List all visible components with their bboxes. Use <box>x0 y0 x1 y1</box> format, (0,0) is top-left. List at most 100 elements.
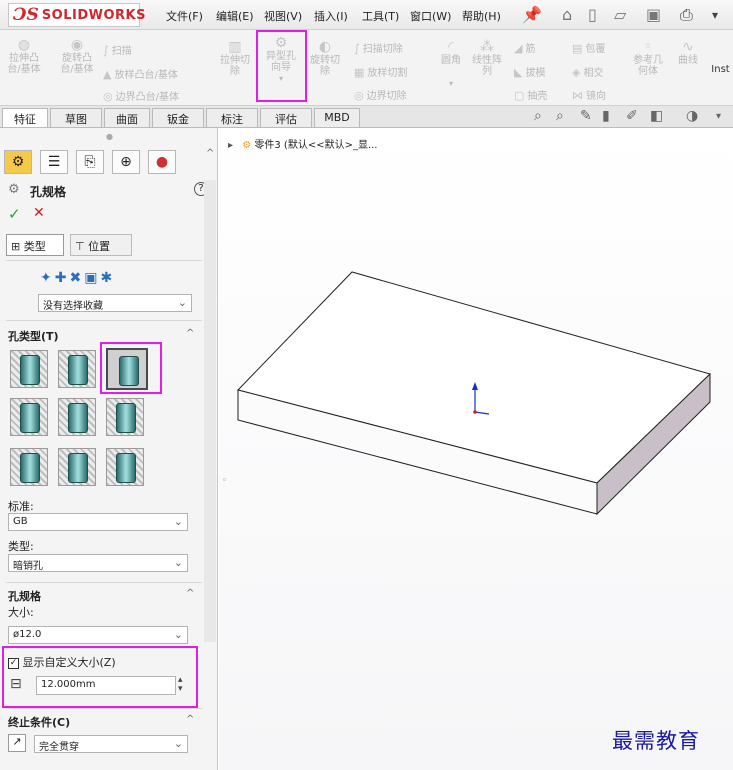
open-file-icon[interactable]: ▱ <box>614 5 626 24</box>
view-orientation-icon[interactable]: ◧ <box>650 108 663 124</box>
hole-type-slot[interactable] <box>106 448 144 486</box>
revolved-cut-button[interactable]: ◐ 旋转切 除 <box>306 39 344 77</box>
print-icon[interactable]: ⎙ <box>680 5 693 25</box>
menu-view[interactable]: 视图(V) <box>264 8 302 24</box>
tab-evaluate[interactable]: 评估 <box>260 108 312 127</box>
intersect-button[interactable]: ◈ 相交 <box>572 64 603 79</box>
hole-type-counterbore[interactable] <box>10 350 48 388</box>
tab-surfaces[interactable]: 曲面 <box>104 108 150 127</box>
dynamic-annotation-icon[interactable]: ✐ <box>626 108 638 124</box>
zoom-to-fit-icon[interactable]: ⌕ <box>534 108 542 124</box>
extrude-icon: ◍ <box>17 37 31 53</box>
draft-button[interactable]: ◣ 拔模 <box>514 64 545 79</box>
swept-cut-button[interactable]: ∫ 扫描切除 <box>354 40 403 55</box>
standard-label: 标准: <box>8 500 34 513</box>
display-style-icon[interactable]: ◑ <box>686 108 698 124</box>
favorites-toolbar[interactable]: ✦✚✖▣✱ <box>40 270 115 286</box>
instant3d-button[interactable]: Inst <box>708 64 733 75</box>
configuration-manager-tab[interactable]: ⎘ <box>76 150 104 174</box>
custom-size-checkbox[interactable]: ✓ 显示自定义大小(Z) <box>8 654 116 670</box>
feature-manager-tab[interactable]: ⚙ <box>4 150 32 174</box>
favorite-select[interactable]: 没有选择收藏 ⌄ <box>38 294 192 312</box>
size-select[interactable]: ø12.0 ⌄ <box>8 626 188 644</box>
boundary-cut-button[interactable]: ◎ 边界切除 <box>354 87 407 102</box>
menu-file[interactable]: 文件(F) <box>166 8 203 24</box>
collapse-caret-icon[interactable]: ^ <box>186 588 194 599</box>
extrude-label: 拉伸凸 台/基体 <box>7 53 41 75</box>
tab-features[interactable]: 特征 <box>2 108 48 127</box>
extrude-boss-button[interactable]: ◍ 拉伸凸 台/基体 <box>6 37 42 75</box>
hole-type-countersink[interactable] <box>58 350 96 388</box>
hole-spec-icon: ⚙ <box>8 182 20 197</box>
reference-geometry-icon: ◦ <box>643 39 653 55</box>
standard-select-value: GB <box>13 516 28 527</box>
model-viewport[interactable] <box>219 128 733 770</box>
curves-button[interactable]: ∿ 曲线 <box>674 40 702 66</box>
home-icon[interactable]: ⌂ <box>562 5 572 24</box>
tab-mbd[interactable]: MBD <box>314 108 360 127</box>
tab-sheet-metal[interactable]: 钣金 <box>152 108 204 127</box>
section-view-icon[interactable]: ▮ <box>602 108 610 124</box>
cancel-button[interactable]: ✕ <box>33 205 45 221</box>
more-view-icon[interactable]: ▾ <box>716 111 721 122</box>
collapse-caret-icon[interactable]: ^ <box>186 328 194 339</box>
property-manager-tab[interactable]: ☰ <box>40 150 68 174</box>
menu-insert[interactable]: 插入(I) <box>314 8 348 24</box>
wrap-icon: ▤ <box>572 42 583 55</box>
subtab-type[interactable]: ⊞ 类型 <box>6 234 64 256</box>
hole-type-countersink-slot[interactable] <box>58 448 96 486</box>
reverse-direction-icon[interactable]: ↗ <box>8 734 26 752</box>
new-file-icon[interactable]: ▯ <box>588 5 597 24</box>
hole-type-legacy[interactable] <box>106 398 144 436</box>
subtab-position[interactable]: ⊤ 位置 <box>70 234 132 256</box>
standard-select[interactable]: GB ⌄ <box>8 513 188 531</box>
linear-pattern-button[interactable]: ⁂ 线性阵 列 <box>468 40 506 77</box>
menu-window[interactable]: 窗口(W) <box>410 8 451 24</box>
zoom-area-icon[interactable]: ⌕ <box>556 108 564 124</box>
scroll-up-icon[interactable]: ^ <box>206 148 214 159</box>
spinner-icon[interactable]: ▴ ▾ <box>178 676 183 694</box>
hole-type-straight-tap[interactable] <box>10 398 48 436</box>
hole-type-tapered-tap[interactable] <box>58 398 96 436</box>
loft-button[interactable]: ▲ 放样凸台/基体 <box>103 66 178 81</box>
subtab-position-label: 位置 <box>88 240 111 253</box>
pin-icon[interactable]: 📌 <box>522 5 542 24</box>
tab-annotation[interactable]: 标注 <box>206 108 258 127</box>
save-icon[interactable]: ▣ <box>646 5 661 24</box>
collapse-caret-icon[interactable]: ^ <box>186 714 194 725</box>
type-select[interactable]: 暗销孔 ⌄ <box>8 554 188 572</box>
solidworks-logo[interactable]: ƆS SOLIDWORKS <box>8 3 145 27</box>
hole-type-counterbore-slot[interactable] <box>10 448 48 486</box>
custom-size-label: 显示自定义大小(Z) <box>22 656 116 669</box>
boundary-cut-label: 边界切除 <box>366 91 407 102</box>
rib-button[interactable]: ◢ 筋 <box>514 40 535 55</box>
boundary-boss-button[interactable]: ◎ 边界凸台/基体 <box>103 88 179 103</box>
revolve-boss-button[interactable]: ◉ 旋转凸 台/基体 <box>58 38 96 75</box>
menu-tools[interactable]: 工具(T) <box>362 8 399 24</box>
revolved-cut-icon: ◐ <box>318 39 332 55</box>
panel-scrollbar[interactable] <box>204 180 216 642</box>
ok-button[interactable]: ✓ <box>8 205 21 223</box>
sweep-label: 扫描 <box>111 46 132 57</box>
mirror-button[interactable]: ⋈ 镜向 <box>572 87 606 102</box>
dimxpert-tab[interactable]: ⊕ <box>112 150 140 174</box>
configuration-icon: ⎘ <box>84 154 96 170</box>
sweep-button[interactable]: ∫ 扫描 <box>103 42 132 57</box>
end-condition-value: 完全贯穿 <box>39 742 79 753</box>
reference-geometry-button[interactable]: ◦ 参考几 何体 <box>630 39 666 77</box>
extruded-cut-button[interactable]: ▥ 拉伸切 除 <box>216 40 254 77</box>
end-condition-select[interactable]: 完全贯穿 ⌄ <box>34 735 188 753</box>
previous-view-icon[interactable]: ✎ <box>580 108 592 124</box>
lofted-cut-button[interactable]: ▦ 放样切割 <box>354 64 407 79</box>
wrap-button[interactable]: ▤ 包覆 <box>572 40 605 55</box>
fillet-button[interactable]: ◜ 圆角 ▾ <box>436 40 466 89</box>
tab-sketch[interactable]: 草图 <box>50 108 102 127</box>
end-condition-title: 终止条件(C) <box>8 716 71 729</box>
menu-edit[interactable]: 编辑(E) <box>216 8 254 24</box>
shell-button[interactable]: ▢ 抽壳 <box>514 87 547 102</box>
display-manager-tab[interactable]: ● <box>148 150 176 174</box>
countersink-icon <box>68 355 88 385</box>
custom-size-input[interactable]: 12.000mm <box>36 676 176 695</box>
more-icon[interactable]: ▾ <box>712 8 718 22</box>
menu-help[interactable]: 帮助(H) <box>462 8 501 24</box>
